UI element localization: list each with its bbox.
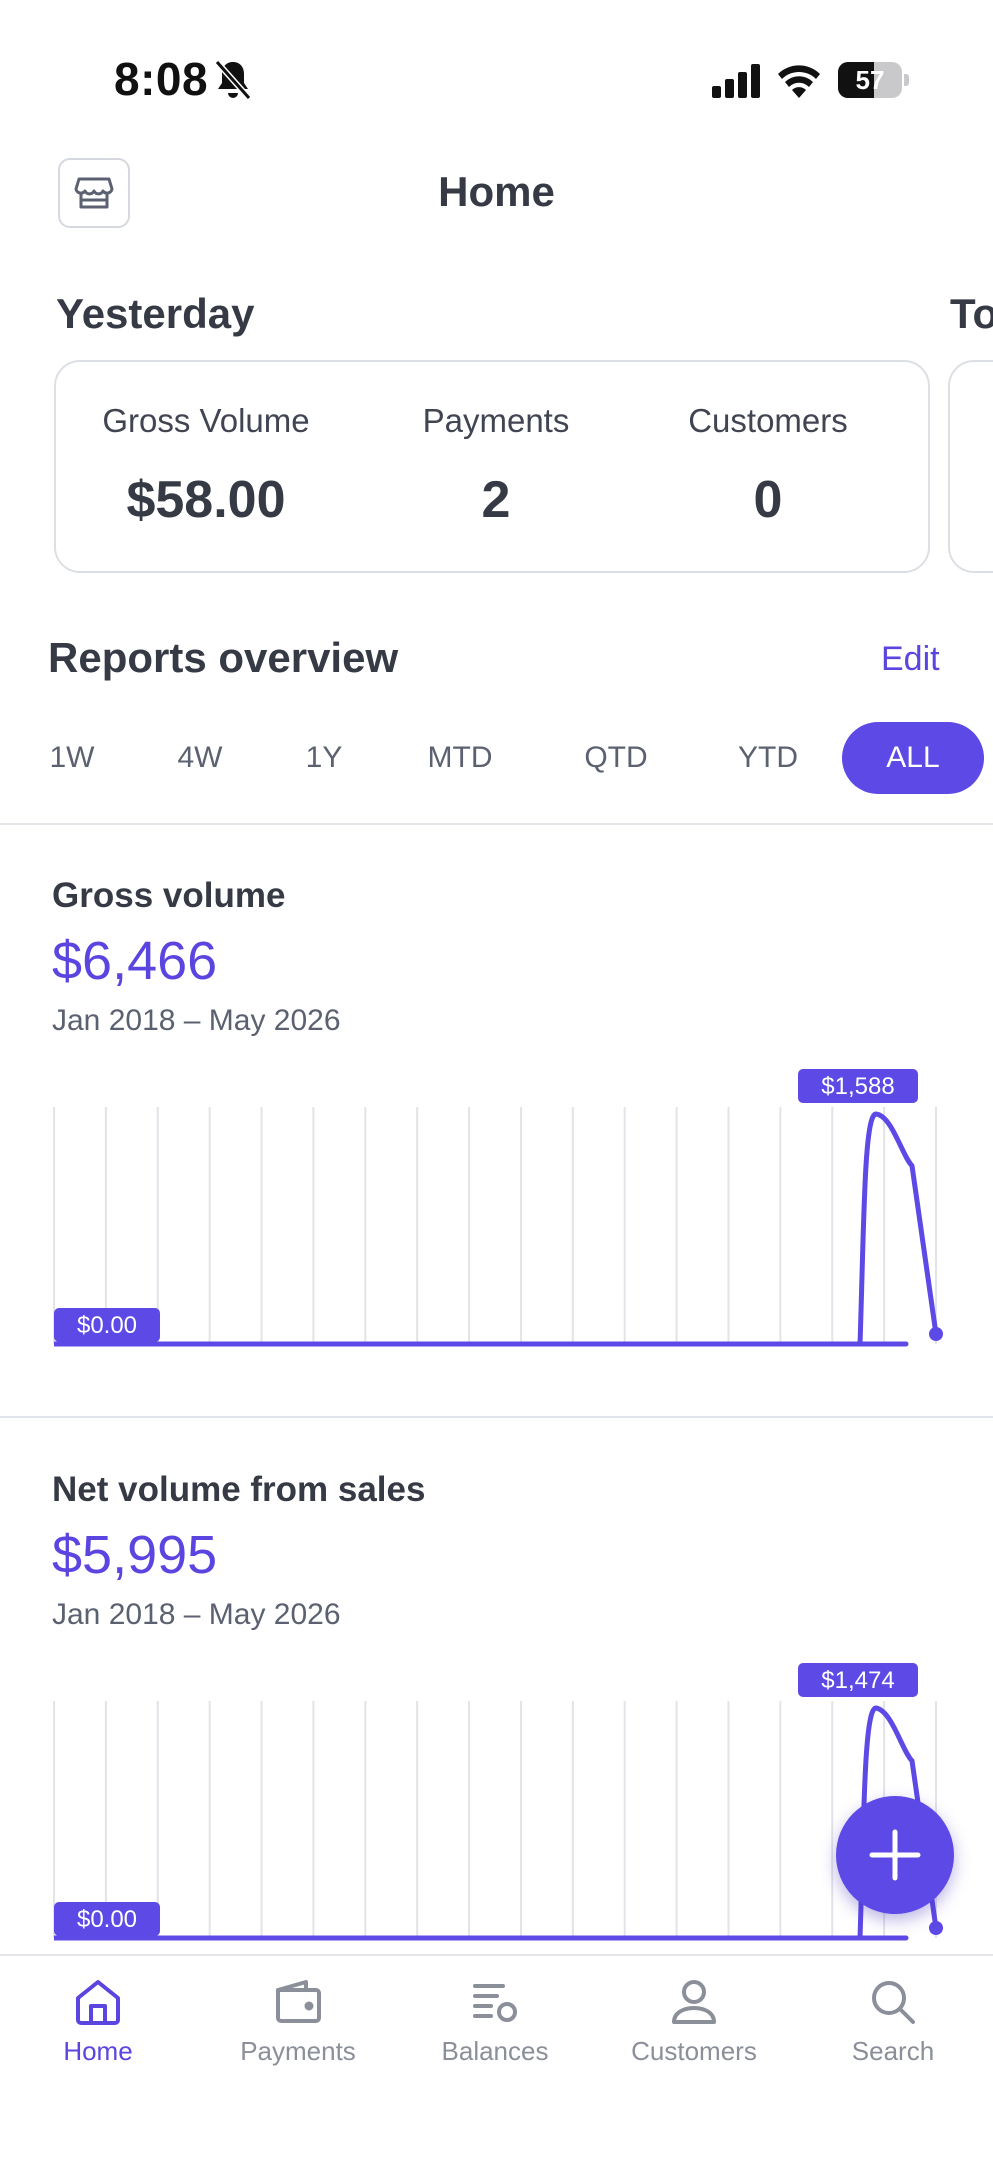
search-icon — [872, 1981, 915, 2024]
tab-label: Home — [63, 2036, 133, 2066]
chart-min-label: $0.00 — [77, 1906, 137, 1933]
tab-label: Customers — [631, 2036, 757, 2066]
yesterday-heading: Yesterday — [56, 290, 255, 337]
tab-home[interactable]: Home — [8, 1976, 188, 2096]
tab-bar: Home Payments Balances Customers Search — [0, 1954, 993, 2160]
metric-label: Payments — [422, 402, 570, 439]
metric-label: Gross Volume — [102, 402, 310, 439]
chart-end-point — [929, 1327, 943, 1341]
edit-button[interactable]: Edit — [881, 640, 940, 679]
tab-label: Balances — [441, 2036, 549, 2066]
metric-label: Customers — [688, 402, 848, 439]
net-volume-chart: $1,474 $0.00 — [53, 1663, 943, 1941]
page-title: Home — [438, 168, 555, 215]
report-value: $5,995 — [52, 1525, 218, 1585]
chart-min-label: $0.00 — [77, 1312, 137, 1339]
person-icon — [672, 1980, 716, 2024]
metric-value: 2 — [481, 471, 511, 529]
divider — [0, 823, 993, 825]
status-time: 8:08 — [114, 53, 209, 105]
report-title: Gross volume — [52, 876, 286, 915]
range-1y[interactable]: 1Y — [288, 722, 360, 794]
gross-volume-chart: $1,588 $0.00 — [53, 1069, 943, 1347]
tab-customers[interactable]: Customers — [604, 1976, 784, 2096]
reports-overview-heading: Reports overview — [48, 634, 399, 681]
report-date-range: Jan 2018 – May 2026 — [52, 1004, 341, 1037]
chart-end-point — [929, 1921, 943, 1935]
battery-icon: 57 — [838, 62, 909, 98]
add-button[interactable] — [836, 1796, 954, 1914]
signal-icon — [712, 64, 760, 98]
next-period-card[interactable] — [948, 360, 993, 573]
wallet-icon — [276, 1980, 321, 2023]
range-mtd[interactable]: MTD — [412, 722, 508, 794]
metric-value: 0 — [753, 471, 783, 529]
next-period-heading: To — [950, 290, 993, 337]
status-bar: 8:08 57 — [0, 0, 993, 150]
report-value: $6,466 — [52, 931, 218, 991]
report-date-range: Jan 2018 – May 2026 — [52, 1598, 341, 1631]
range-qtd[interactable]: QTD — [568, 722, 664, 794]
metric-value: $58.00 — [126, 471, 286, 529]
tab-payments[interactable]: Payments — [208, 1976, 388, 2096]
chart-series-line — [54, 1111, 939, 1347]
range-selector: 1W 4W 1Y MTD QTD YTD ALL — [0, 722, 993, 794]
report-gross-volume[interactable]: Gross volume $6,466 Jan 2018 – May 2026 … — [0, 826, 993, 1416]
tab-label: Payments — [240, 2036, 356, 2066]
wifi-icon — [778, 65, 820, 98]
home-icon — [76, 1980, 120, 2025]
chart-series-line — [54, 1705, 939, 1941]
balances-icon — [473, 1984, 517, 2022]
bell-off-icon — [214, 60, 252, 100]
tab-search[interactable]: Search — [803, 1976, 983, 2096]
plus-icon — [869, 1829, 921, 1881]
tab-balances[interactable]: Balances — [405, 1976, 585, 2096]
report-title: Net volume from sales — [52, 1470, 426, 1509]
range-4w[interactable]: 4W — [160, 722, 240, 794]
range-1w[interactable]: 1W — [36, 722, 108, 794]
range-all[interactable]: ALL — [842, 722, 984, 794]
chart-max-label: $1,474 — [821, 1667, 894, 1694]
yesterday-summary-card[interactable]: Gross Volume $58.00 Payments 2 Customers… — [54, 360, 930, 573]
battery-level: 57 — [855, 65, 885, 95]
chart-max-label: $1,588 — [821, 1073, 894, 1100]
tab-label: Search — [851, 2036, 935, 2066]
range-ytd[interactable]: YTD — [720, 722, 816, 794]
